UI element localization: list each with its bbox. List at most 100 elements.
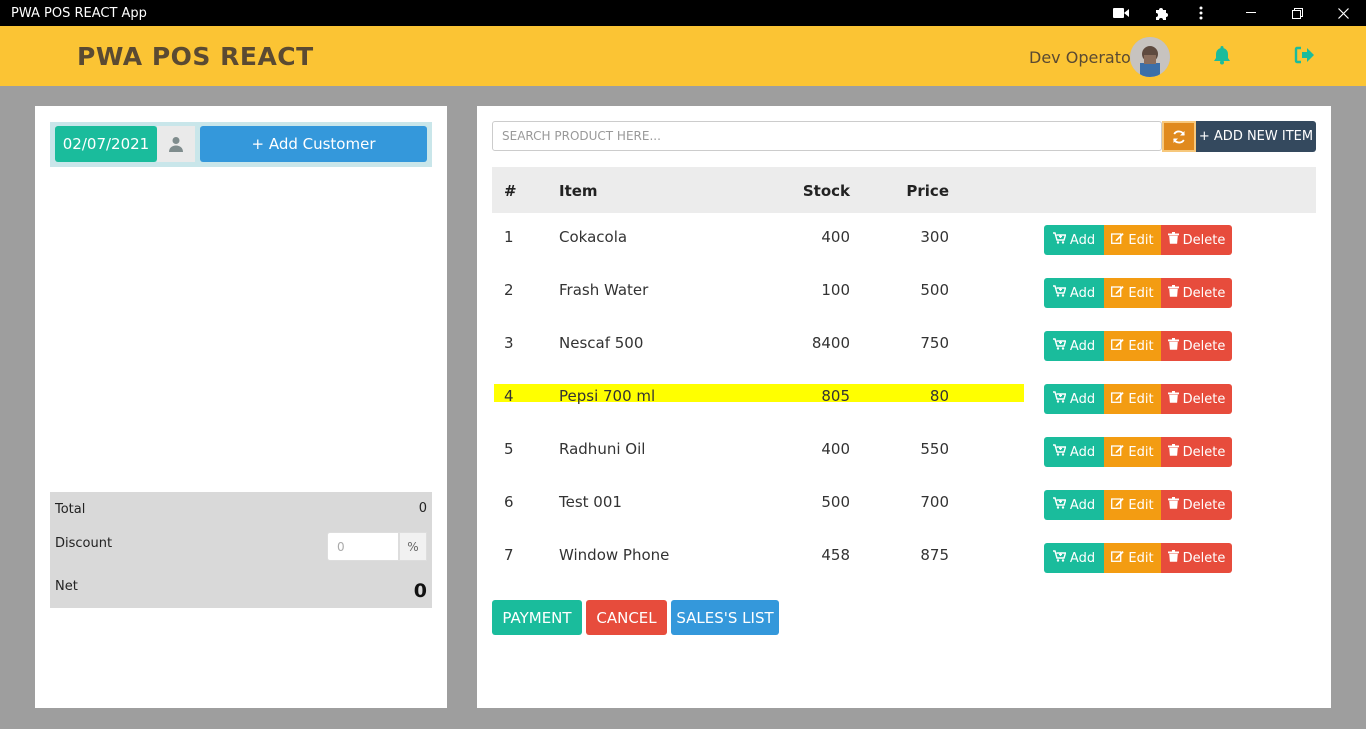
- delete-button[interactable]: Delete: [1161, 437, 1232, 467]
- trash-icon: [1167, 285, 1179, 301]
- add-to-cart-button[interactable]: Add: [1044, 490, 1104, 520]
- cell-item: Cokacola: [559, 228, 628, 246]
- edit-button[interactable]: Edit: [1104, 384, 1161, 414]
- table-row: 4 Pepsi 700 ml 805 80 Add Edit Delete: [492, 372, 1316, 425]
- delete-button[interactable]: Delete: [1161, 331, 1232, 361]
- delete-label: Delete: [1182, 444, 1226, 460]
- cell-price: 875: [920, 546, 949, 564]
- delete-button[interactable]: Delete: [1161, 225, 1232, 255]
- edit-label: Edit: [1128, 444, 1154, 460]
- discount-percent-addon: %: [399, 532, 427, 561]
- net-value: 0: [413, 580, 427, 602]
- edit-icon: [1111, 391, 1125, 407]
- edit-icon: [1111, 444, 1125, 460]
- table-row: 5 Radhuni Oil 400 550 Add Edit Delete: [492, 425, 1316, 478]
- puzzle-extension-icon[interactable]: [1141, 0, 1181, 26]
- payment-button[interactable]: PAYMENT: [492, 600, 582, 635]
- cell-num: 7: [504, 546, 514, 564]
- trash-icon: [1167, 444, 1179, 460]
- add-to-cart-button[interactable]: Add: [1044, 543, 1104, 573]
- header-num: #: [504, 182, 517, 200]
- cell-num: 3: [504, 334, 514, 352]
- sales-list-button[interactable]: SALES'S LIST: [671, 600, 779, 635]
- edit-button[interactable]: Edit: [1104, 437, 1161, 467]
- refresh-icon[interactable]: [1162, 121, 1196, 152]
- date-button[interactable]: 02/07/2021: [55, 126, 157, 162]
- add-to-cart-button[interactable]: Add: [1044, 437, 1104, 467]
- add-label: Add: [1069, 497, 1096, 513]
- edit-icon: [1111, 338, 1125, 354]
- cell-price: 500: [920, 281, 949, 299]
- trash-icon: [1167, 232, 1179, 248]
- delete-button[interactable]: Delete: [1161, 384, 1232, 414]
- add-label: Add: [1069, 285, 1096, 301]
- delete-button[interactable]: Delete: [1161, 278, 1232, 308]
- products-panel: SEARCH PRODUCT HERE... + ADD NEW ITEM # …: [477, 106, 1331, 708]
- header-stock: Stock: [802, 182, 850, 200]
- video-camera-icon[interactable]: [1101, 0, 1141, 26]
- cell-price: 750: [920, 334, 949, 352]
- cell-item: Pepsi 700 ml: [559, 387, 656, 405]
- sign-out-icon[interactable]: [1292, 43, 1316, 67]
- add-to-cart-button[interactable]: Add: [1044, 331, 1104, 361]
- avatar[interactable]: [1130, 37, 1170, 77]
- edit-button[interactable]: Edit: [1104, 490, 1161, 520]
- edit-label: Edit: [1128, 391, 1154, 407]
- add-new-item-button[interactable]: + ADD NEW ITEM: [1196, 121, 1316, 152]
- add-label: Add: [1069, 232, 1096, 248]
- edit-icon: [1111, 285, 1125, 301]
- cell-stock: 400: [821, 440, 850, 458]
- cell-item: Nescaf 500: [559, 334, 644, 352]
- app-header: PWA POS REACT Dev Operator: [0, 26, 1366, 86]
- operator-name[interactable]: Dev Operator: [1029, 48, 1137, 67]
- cell-num: 6: [504, 493, 514, 511]
- cart-plus-icon: [1052, 444, 1067, 460]
- cart-plus-icon: [1052, 391, 1067, 407]
- edit-icon: [1111, 497, 1125, 513]
- add-to-cart-button[interactable]: Add: [1044, 225, 1104, 255]
- cart-panel: 02/07/2021 + Add Customer Total 0 Discou…: [35, 106, 447, 708]
- add-to-cart-button[interactable]: Add: [1044, 384, 1104, 414]
- edit-label: Edit: [1128, 338, 1154, 354]
- cell-stock: 458: [821, 546, 850, 564]
- close-icon[interactable]: [1323, 0, 1363, 26]
- cell-price: 700: [920, 493, 949, 511]
- user-icon[interactable]: [157, 126, 195, 162]
- delete-label: Delete: [1182, 232, 1226, 248]
- bell-icon[interactable]: [1210, 43, 1234, 67]
- trash-icon: [1167, 550, 1179, 566]
- edit-icon: [1111, 550, 1125, 566]
- brand-title[interactable]: PWA POS REACT: [77, 42, 314, 71]
- add-label: Add: [1069, 444, 1096, 460]
- edit-button[interactable]: Edit: [1104, 278, 1161, 308]
- trash-icon: [1167, 497, 1179, 513]
- add-label: Add: [1069, 550, 1096, 566]
- minimize-icon[interactable]: [1231, 0, 1271, 26]
- net-label: Net: [55, 579, 78, 594]
- kebab-menu-icon[interactable]: [1181, 0, 1221, 26]
- delete-label: Delete: [1182, 391, 1226, 407]
- delete-label: Delete: [1182, 338, 1226, 354]
- delete-label: Delete: [1182, 550, 1226, 566]
- edit-button[interactable]: Edit: [1104, 543, 1161, 573]
- delete-button[interactable]: Delete: [1161, 543, 1232, 573]
- cancel-button[interactable]: CANCEL: [586, 600, 667, 635]
- cell-stock: 500: [821, 493, 850, 511]
- delete-button[interactable]: Delete: [1161, 490, 1232, 520]
- trash-icon: [1167, 391, 1179, 407]
- add-to-cart-button[interactable]: Add: [1044, 278, 1104, 308]
- edit-label: Edit: [1128, 497, 1154, 513]
- delete-label: Delete: [1182, 285, 1226, 301]
- window-title: PWA POS REACT App: [11, 6, 147, 21]
- edit-label: Edit: [1128, 285, 1154, 301]
- cell-item: Window Phone: [559, 546, 670, 564]
- cell-stock: 100: [821, 281, 850, 299]
- add-customer-button[interactable]: + Add Customer: [200, 126, 427, 162]
- edit-button[interactable]: Edit: [1104, 331, 1161, 361]
- edit-button[interactable]: Edit: [1104, 225, 1161, 255]
- cell-num: 2: [504, 281, 514, 299]
- discount-input[interactable]: 0: [327, 532, 399, 561]
- restore-icon[interactable]: [1277, 0, 1317, 26]
- search-input[interactable]: SEARCH PRODUCT HERE...: [492, 121, 1162, 151]
- cell-price: 550: [920, 440, 949, 458]
